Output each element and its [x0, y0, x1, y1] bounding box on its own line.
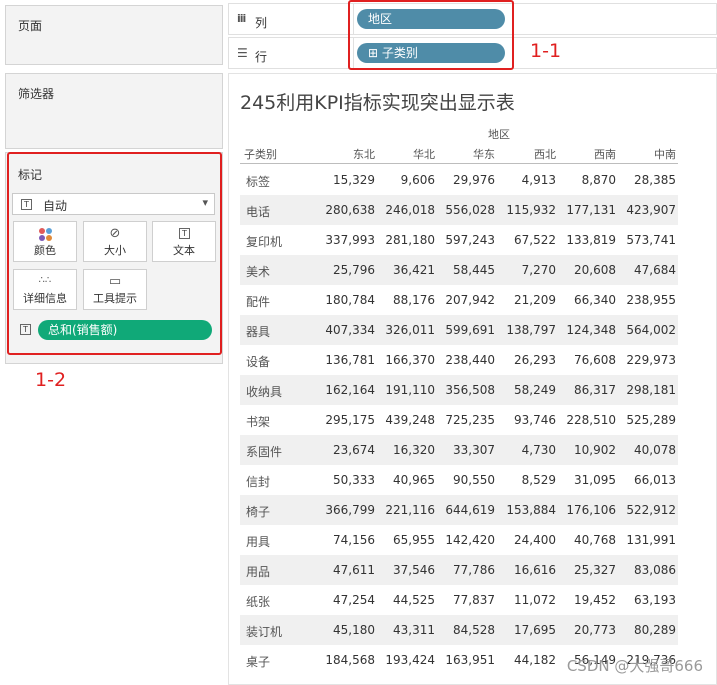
table-cell[interactable]: 229,973 [606, 353, 676, 367]
view-title: 245利用KPI指标实现突出显示表 [240, 92, 515, 114]
row-label[interactable]: 书架 [246, 413, 270, 430]
table-cell[interactable]: 29,976 [425, 173, 495, 187]
column-header[interactable]: 华东 [425, 146, 495, 162]
table-cell[interactable]: 564,002 [606, 323, 676, 337]
table-row[interactable]: 装订机 45,180 43,311 84,528 17,695 20,773 80,289 [240, 615, 678, 645]
filters-card-title: 筛选器 [18, 87, 55, 101]
row-label[interactable]: 椅子 [246, 503, 270, 520]
table-cell[interactable]: 644,619 [425, 503, 495, 517]
table-row[interactable]: 书架 295,175 439,248 725,235 93,746 228,510 525,… [240, 405, 678, 435]
annotation-label-1: 1-1 [530, 40, 562, 62]
table-row[interactable]: 系固件 23,674 16,320 33,307 4,730 10,902 40,078 [240, 435, 678, 465]
table-row[interactable]: 信封 50,333 40,965 90,550 8,529 31,095 66,013 [240, 465, 678, 495]
row-label[interactable]: 复印机 [246, 233, 282, 250]
row-label[interactable]: 配件 [246, 293, 270, 310]
table-cell[interactable]: 597,243 [425, 233, 495, 247]
table-cell[interactable]: 423,907 [606, 203, 676, 217]
table-cell[interactable]: 77,837 [425, 593, 495, 607]
table-row[interactable]: 收纳具 162,164 191,110 356,508 58,249 86,317 298,… [240, 375, 678, 405]
table-cell[interactable]: 525,289 [606, 413, 676, 427]
table-cell[interactable]: 725,235 [425, 413, 495, 427]
table-cell[interactable]: 90,550 [425, 473, 495, 487]
table-cell[interactable]: 522,912 [606, 503, 676, 517]
table-row[interactable]: 美术 25,796 36,421 58,445 7,270 20,608 47,684 [240, 255, 678, 285]
table-cell[interactable]: 63,193 [606, 593, 676, 607]
row-label[interactable]: 信封 [246, 473, 270, 490]
columns-shelf-label: 列 [255, 16, 268, 30]
row-label[interactable]: 器具 [246, 323, 270, 340]
header-divider [240, 163, 678, 164]
table-cell[interactable]: 207,942 [425, 293, 495, 307]
annotation-label-2: 1-2 [35, 369, 67, 391]
table-cell[interactable]: 58,445 [425, 263, 495, 277]
row-label[interactable]: 设备 [246, 353, 270, 370]
column-header[interactable]: 中南 [606, 146, 676, 162]
table-cell[interactable]: 298,181 [606, 383, 676, 397]
table-cell[interactable]: 238,440 [425, 353, 495, 367]
row-label[interactable]: 桌子 [246, 653, 270, 670]
table-row[interactable]: 用具 74,156 65,955 142,420 24,400 40,768 131,991 [240, 525, 678, 555]
table-cell[interactable]: 356,508 [425, 383, 495, 397]
table-cell[interactable]: 80,289 [606, 623, 676, 637]
table-row[interactable]: 椅子 366,799 221,116 644,619 153,884 176,106 522… [240, 495, 678, 525]
table-cell[interactable]: 84,528 [425, 623, 495, 637]
rows-icon: ☰ [237, 46, 248, 60]
table-row[interactable]: 用品 47,611 37,546 77,786 16,616 25,327 83,086 [240, 555, 678, 585]
table-cell[interactable]: 83,086 [606, 563, 676, 577]
row-label[interactable]: 标签 [246, 173, 270, 190]
table-cell[interactable]: 131,991 [606, 533, 676, 547]
table-cell[interactable]: 142,420 [425, 533, 495, 547]
row-header-title: 子类别 [244, 148, 277, 161]
table-cell[interactable]: 599,691 [425, 323, 495, 337]
table-row[interactable]: 器具 407,334 326,011 599,691 138,797 124,348 564… [240, 315, 678, 345]
table-row[interactable]: 复印机 337,993 281,180 597,243 67,522 133,819 573… [240, 225, 678, 255]
column-group-header: 地区 [488, 128, 510, 141]
table-cell[interactable]: 238,955 [606, 293, 676, 307]
row-label[interactable]: 用具 [246, 533, 270, 550]
columns-icon: iii [237, 12, 246, 25]
table-cell[interactable]: 573,741 [606, 233, 676, 247]
row-label[interactable]: 电话 [246, 203, 270, 220]
rows-shelf-label: 行 [255, 50, 268, 64]
table-cell[interactable]: 28,385 [606, 173, 676, 187]
table-row[interactable]: 纸张 47,254 44,525 77,837 11,072 19,452 63,193 [240, 585, 678, 615]
filters-card[interactable]: 筛选器 [5, 73, 223, 149]
annotation-box-2 [7, 152, 222, 355]
pages-card[interactable]: 页面 [5, 5, 223, 65]
row-label[interactable]: 系固件 [246, 443, 282, 460]
watermark: CSDN @大强哥666 [566, 657, 703, 675]
table-cell[interactable]: 163,951 [425, 653, 495, 667]
table-cell[interactable]: 556,028 [425, 203, 495, 217]
annotation-box-1 [348, 0, 514, 70]
row-label[interactable]: 装订机 [246, 623, 282, 640]
table-row[interactable]: 标签 15,329 9,606 29,976 4,913 8,870 28,385 [240, 165, 678, 195]
row-label[interactable]: 收纳具 [246, 383, 282, 400]
row-label[interactable]: 美术 [246, 263, 270, 280]
table-cell[interactable]: 66,013 [606, 473, 676, 487]
table-row[interactable]: 电话 280,638 246,018 556,028 115,932 177,131 423… [240, 195, 678, 225]
table-row[interactable]: 设备 136,781 166,370 238,440 26,293 76,608 229,9… [240, 345, 678, 375]
table-cell[interactable]: 33,307 [425, 443, 495, 457]
table-cell[interactable]: 47,684 [606, 263, 676, 277]
table-row[interactable]: 配件 180,784 88,176 207,942 21,209 66,340 238,95… [240, 285, 678, 315]
row-label[interactable]: 用品 [246, 563, 270, 580]
table-cell[interactable]: 77,786 [425, 563, 495, 577]
pages-card-title: 页面 [18, 19, 43, 33]
row-label[interactable]: 纸张 [246, 593, 270, 610]
table-cell[interactable]: 40,078 [606, 443, 676, 457]
